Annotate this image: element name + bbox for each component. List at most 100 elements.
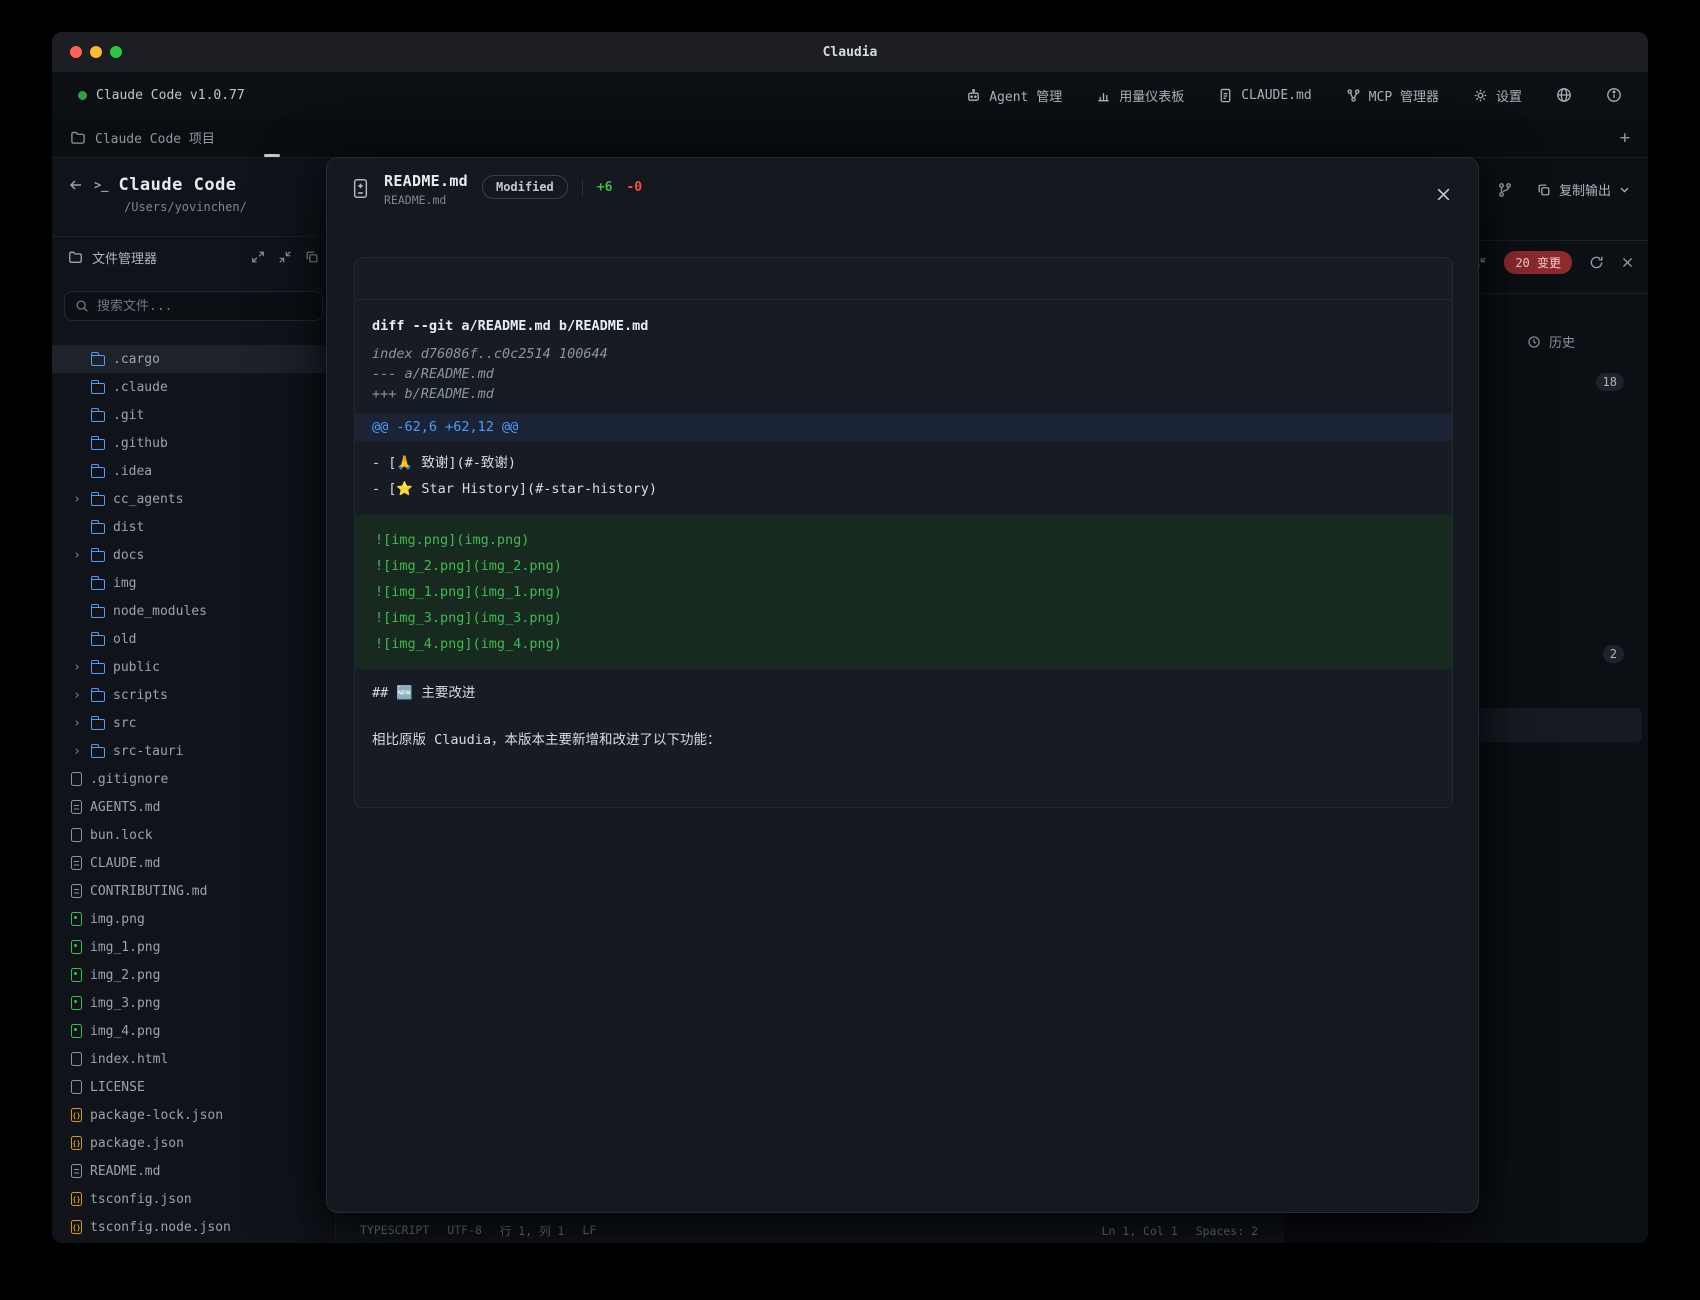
tree-item[interactable]: src-tauri	[52, 737, 335, 765]
menu-label: MCP 管理器	[1369, 86, 1439, 105]
tree-item[interactable]: LICENSE	[52, 1073, 335, 1101]
tree-item[interactable]: img	[52, 569, 335, 597]
search-icon	[75, 299, 89, 313]
diff-context-line: - [⭐ Star History](#-star-history)	[355, 476, 1452, 502]
titlebar: Claudia	[52, 32, 1648, 72]
tree-item[interactable]: .gitignore	[52, 765, 335, 793]
tree-item[interactable]: node_modules	[52, 597, 335, 625]
tree-item[interactable]: img_1.png	[52, 933, 335, 961]
tree-item[interactable]: tsconfig.node.json	[52, 1213, 335, 1241]
window-title: Claudia	[52, 45, 1648, 60]
chevron-right-icon	[71, 492, 83, 507]
tree-item[interactable]: package-lock.json	[52, 1101, 335, 1129]
tree-item[interactable]: dist	[52, 513, 335, 541]
tree-item-label: package-lock.json	[90, 1108, 223, 1123]
menu-claude-md[interactable]: CLAUDE.md	[1218, 88, 1311, 103]
copy-output-label: 复制输出	[1559, 180, 1611, 199]
expand-icon[interactable]	[251, 250, 265, 264]
menu-mcp-manager[interactable]: MCP 管理器	[1346, 86, 1439, 105]
tree-item-label: src-tauri	[113, 744, 183, 759]
copy-icon	[1537, 183, 1551, 197]
tree-item[interactable]: CONTRIBUTING.md	[52, 877, 335, 905]
file-type-icon	[91, 411, 105, 422]
tree-item-label: img_1.png	[90, 940, 160, 955]
menu-agent-manager[interactable]: Agent 管理	[966, 86, 1062, 105]
tree-item[interactable]: bun.lock	[52, 821, 335, 849]
file-manager-label: 文件管理器	[92, 248, 157, 267]
tab-strip: Claude Code 项目 +	[52, 118, 1648, 158]
tab-history[interactable]: 历史	[1527, 332, 1575, 351]
file-search[interactable]	[64, 291, 323, 321]
tree-item[interactable]: public	[52, 653, 335, 681]
menu-label: 设置	[1496, 86, 1522, 105]
tree-item[interactable]: src	[52, 709, 335, 737]
tree-item[interactable]: scripts	[52, 681, 335, 709]
tree-item[interactable]: docs	[52, 541, 335, 569]
search-input[interactable]	[97, 299, 312, 314]
copy-output-button[interactable]: 复制输出	[1537, 180, 1630, 199]
tree-item[interactable]: img_3.png	[52, 989, 335, 1017]
file-type-icon	[91, 719, 105, 730]
close-icon[interactable]	[1621, 256, 1634, 269]
refresh-icon[interactable]	[1589, 255, 1604, 270]
bot-icon	[966, 88, 981, 103]
file-type-icon	[91, 579, 105, 590]
collapse-icon[interactable]	[278, 250, 292, 264]
file-type-icon	[91, 635, 105, 646]
tree-item[interactable]: package.json	[52, 1129, 335, 1157]
globe-icon[interactable]	[1556, 87, 1572, 103]
tree-item[interactable]: .claude	[52, 373, 335, 401]
tree-item[interactable]: .idea	[52, 457, 335, 485]
tree-item[interactable]: README.md	[52, 1157, 335, 1185]
info-icon[interactable]	[1606, 87, 1622, 103]
editor-status-bar: TYPESCRIPTUTF-8行 1, 列 1LF Ln 1, Col 1Spa…	[336, 1217, 1282, 1243]
diff-content: diff --git a/README.md b/README.md index…	[355, 300, 1452, 753]
tree-item[interactable]: .git	[52, 401, 335, 429]
document-icon	[1218, 88, 1233, 103]
tree-item-label: scripts	[113, 688, 168, 703]
tab-claude-code-project[interactable]: Claude Code 项目	[70, 128, 215, 147]
git-branch-icon[interactable]	[1497, 182, 1513, 198]
tree-item-label: public	[113, 660, 160, 675]
tree-item[interactable]: CLAUDE.md	[52, 849, 335, 877]
file-type-icon	[91, 495, 105, 506]
new-tab-button[interactable]: +	[1620, 128, 1630, 148]
status-segment: 行 1, 列 1	[500, 1223, 565, 1239]
tree-item[interactable]: AGENTS.md	[52, 793, 335, 821]
tree-item[interactable]: .github	[52, 429, 335, 457]
file-change-count-badge: 18	[1596, 373, 1624, 391]
bar-chart-icon	[1096, 88, 1111, 103]
modal-close-icon[interactable]	[1435, 186, 1452, 203]
history-clock-icon	[1527, 335, 1541, 349]
gear-icon	[1473, 88, 1488, 103]
copy-icon[interactable]	[305, 250, 319, 264]
tree-item-label: dist	[113, 520, 144, 535]
tree-item-label: .idea	[113, 464, 152, 479]
diff-context-line: - [🙏 致谢](#-致谢)	[355, 450, 1452, 476]
tree-item[interactable]: img_2.png	[52, 961, 335, 989]
file-type-icon	[71, 968, 82, 982]
file-type-icon	[91, 691, 105, 702]
back-arrow-icon[interactable]	[68, 177, 84, 193]
tree-item[interactable]: img.png	[52, 905, 335, 933]
app-window: Claudia Claude Code v1.0.77 Agent 管理 用量仪…	[52, 32, 1648, 1243]
file-type-icon	[71, 1080, 82, 1094]
file-type-icon	[91, 439, 105, 450]
tree-item[interactable]: tsconfig.json	[52, 1185, 335, 1213]
tree-item-label: old	[113, 632, 136, 647]
file-type-icon	[71, 800, 82, 814]
changes-count-badge[interactable]: 20 变更	[1504, 251, 1572, 274]
modified-badge: Modified	[482, 175, 568, 199]
tree-item[interactable]: old	[52, 625, 335, 653]
tree-item[interactable]: img_4.png	[52, 1017, 335, 1045]
menu-settings[interactable]: 设置	[1473, 86, 1522, 105]
tree-item-label: package.json	[90, 1136, 184, 1151]
tree-item[interactable]: cc_agents	[52, 485, 335, 513]
menu-label: Agent 管理	[989, 86, 1062, 105]
tree-item-label: img_2.png	[90, 968, 160, 983]
tab-indicator	[264, 154, 280, 157]
tree-item[interactable]: .cargo	[52, 345, 335, 373]
menu-usage-dashboard[interactable]: 用量仪表板	[1096, 86, 1184, 105]
diff-added-line: ![img_1.png](img_1.png)	[355, 579, 1452, 605]
tree-item[interactable]: index.html	[52, 1045, 335, 1073]
